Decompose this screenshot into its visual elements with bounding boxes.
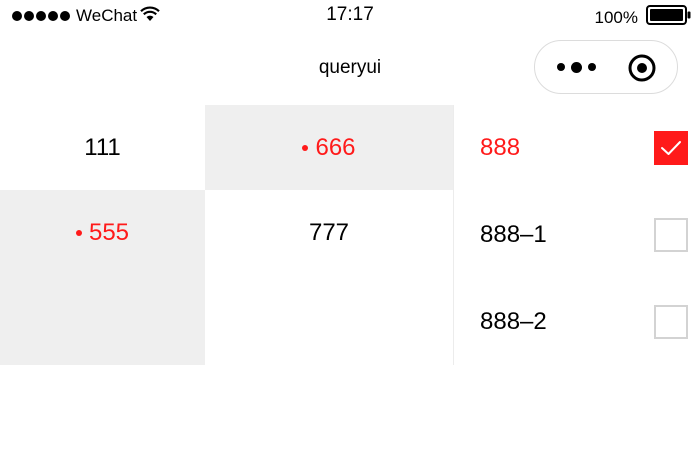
option-888-1[interactable]: 888–1 — [454, 192, 700, 278]
close-icon[interactable] — [627, 53, 657, 83]
option-label: 888–2 — [480, 308, 547, 335]
menu-item-label: 111 — [84, 133, 121, 161]
status-bar: WeChat 17:17 100% — [0, 0, 700, 32]
menu-column-2: 666 777 — [205, 105, 453, 365]
menu-item-label: 555 — [88, 218, 130, 246]
more-icon[interactable] — [553, 58, 599, 76]
menu-column-1: 111 555 — [0, 105, 205, 365]
selected-dot-icon — [302, 144, 309, 151]
selected-dot-icon — [75, 229, 82, 236]
option-label: 888 — [480, 134, 521, 161]
battery-icon — [646, 5, 692, 30]
menu-item-555[interactable]: 555 — [0, 190, 205, 275]
checkbox[interactable] — [654, 305, 688, 339]
menu-column-3: 888 888–1 888–2 — [453, 105, 700, 365]
option-888-2[interactable]: 888–2 — [454, 279, 700, 365]
menu-item-label: 666 — [315, 133, 356, 161]
option-label: 888–1 — [480, 221, 547, 248]
battery-percentage: 100% — [594, 7, 638, 27]
checkbox-checked[interactable] — [654, 131, 688, 165]
menu-item-666[interactable]: 666 — [205, 105, 453, 190]
mini-program-capsule — [534, 40, 678, 94]
capsule-divider — [610, 55, 611, 81]
menu-item-111[interactable]: 111 — [0, 105, 205, 190]
cascade-menu: 111 555 666 777 888 888–1 888–2 — [0, 105, 700, 365]
option-888[interactable]: 888 — [454, 105, 700, 191]
status-right: 100% — [595, 5, 692, 30]
checkbox[interactable] — [654, 218, 688, 252]
menu-item-777[interactable]: 777 — [205, 190, 453, 275]
navigation-bar: queryui — [0, 40, 700, 100]
check-icon — [661, 141, 681, 155]
menu-item-label: 777 — [308, 218, 350, 246]
